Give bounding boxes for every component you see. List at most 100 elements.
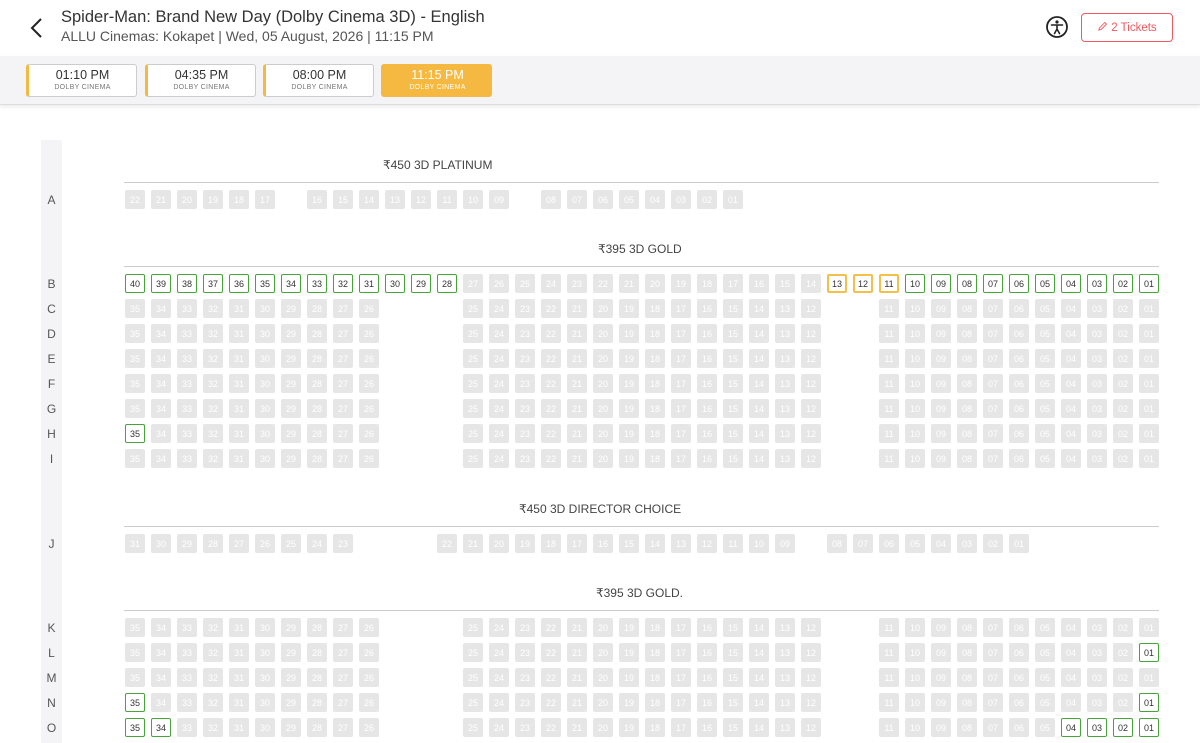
seat-sold: 16 <box>697 449 717 468</box>
seat-sold: 11 <box>723 534 743 553</box>
seat-sold: 27 <box>333 349 353 368</box>
seat-available[interactable]: 06 <box>1009 274 1029 293</box>
seat-available[interactable]: 02 <box>1113 274 1133 293</box>
seat-sold: 16 <box>749 274 769 293</box>
seat-available[interactable]: 40 <box>125 274 145 293</box>
seat-available[interactable]: 04 <box>1061 274 1081 293</box>
seat-available[interactable]: 07 <box>983 274 1003 293</box>
back-arrow-icon[interactable] <box>26 12 50 44</box>
seat-sold: 17 <box>671 693 691 712</box>
tickets-count-label: 2 Tickets <box>1111 21 1157 34</box>
seat-sold: 28 <box>307 718 327 737</box>
seat-available[interactable]: 30 <box>385 274 405 293</box>
seat-sold: 04 <box>931 534 951 553</box>
seat-sold: 20 <box>593 399 613 418</box>
seat-sold: 32 <box>203 668 223 687</box>
seat-sold: 13 <box>775 299 795 318</box>
seat-sold: 10 <box>905 449 925 468</box>
seat-sold: 19 <box>619 324 639 343</box>
seat-available[interactable]: 36 <box>229 274 249 293</box>
seat-sold: 31 <box>229 299 249 318</box>
seat-available[interactable]: 28 <box>437 274 457 293</box>
seat-sold: 05 <box>1035 349 1055 368</box>
seat-sold: 35 <box>125 399 145 418</box>
seat-available[interactable]: 09 <box>931 274 951 293</box>
showtime-time: 04:35 PM <box>174 68 229 82</box>
seat-available[interactable]: 01 <box>1139 693 1159 712</box>
seat-sold: 20 <box>593 643 613 662</box>
seat-sold: 18 <box>645 349 665 368</box>
seat-sold: 02 <box>1113 618 1133 637</box>
seat-sold: 07 <box>983 618 1003 637</box>
seat-available[interactable]: 01 <box>1139 718 1159 737</box>
seat-available[interactable]: 29 <box>411 274 431 293</box>
seat-sold: 26 <box>359 693 379 712</box>
seat-sold: 26 <box>255 534 275 553</box>
seat-available[interactable]: 03 <box>1087 274 1107 293</box>
seat-sold: 27 <box>333 718 353 737</box>
seat-available[interactable]: 35 <box>125 718 145 737</box>
seat-sold: 29 <box>281 324 301 343</box>
seat-sold: 30 <box>255 718 275 737</box>
seat-available[interactable]: 38 <box>177 274 197 293</box>
seat-sold: 01 <box>1139 324 1159 343</box>
seat-available[interactable]: 35 <box>125 693 145 712</box>
seat-sold: 23 <box>515 324 535 343</box>
seat-sold: 25 <box>463 299 483 318</box>
showtime-option-selected[interactable]: 11:15 PM DOLBY CINEMA <box>381 64 492 97</box>
seat-sold: 21 <box>567 643 587 662</box>
seat-available[interactable]: 05 <box>1035 274 1055 293</box>
seat-sold: 33 <box>177 299 197 318</box>
seat-sold: 25 <box>463 618 483 637</box>
seat-available[interactable]: 02 <box>1113 718 1133 737</box>
seat-sold: 06 <box>1009 349 1029 368</box>
seat-available[interactable]: 03 <box>1087 718 1107 737</box>
seat-sold: 31 <box>229 668 249 687</box>
seat-sold: 07 <box>983 349 1003 368</box>
seat-sold: 27 <box>333 399 353 418</box>
seat-sold: 31 <box>229 693 249 712</box>
seat-sold: 28 <box>307 324 327 343</box>
seat-sold: 33 <box>177 718 197 737</box>
seat-available[interactable]: 34 <box>281 274 301 293</box>
seat-sold: 20 <box>177 190 197 209</box>
seat-sold: 29 <box>281 718 301 737</box>
seat-sold: 08 <box>957 324 977 343</box>
seat-sold: 15 <box>723 424 743 443</box>
seat-sold: 26 <box>359 324 379 343</box>
seat-available[interactable]: 01 <box>1139 274 1159 293</box>
showtime-option[interactable]: 01:10 PM DOLBY CINEMA <box>26 64 137 97</box>
seat-sold: 25 <box>463 693 483 712</box>
seat-sold: 03 <box>1087 693 1107 712</box>
seat-available[interactable]: 34 <box>151 718 171 737</box>
seat-sold: 34 <box>151 693 171 712</box>
seat-sold: 04 <box>1061 668 1081 687</box>
seat-selected[interactable]: 13 <box>827 274 847 293</box>
seat-sold: 09 <box>931 668 951 687</box>
seat-available[interactable]: 31 <box>359 274 379 293</box>
showtime-option[interactable]: 08:00 PM DOLBY CINEMA <box>263 64 374 97</box>
seat-available[interactable]: 01 <box>1139 643 1159 662</box>
seat-sold: 07 <box>983 424 1003 443</box>
seat-available[interactable]: 10 <box>905 274 925 293</box>
tickets-count-button[interactable]: 2 Tickets <box>1081 13 1173 42</box>
accessibility-icon[interactable] <box>1045 15 1069 39</box>
seat-selected[interactable]: 11 <box>879 274 899 293</box>
seat-sold: 06 <box>1009 449 1029 468</box>
seat-sold: 09 <box>931 399 951 418</box>
seat-available[interactable]: 08 <box>957 274 977 293</box>
showtime-option[interactable]: 04:35 PM DOLBY CINEMA <box>145 64 256 97</box>
seat-sold: 14 <box>749 449 769 468</box>
seat-available[interactable]: 39 <box>151 274 171 293</box>
seat-sold: 33 <box>177 424 197 443</box>
seat-available[interactable]: 35 <box>255 274 275 293</box>
seat-available[interactable]: 04 <box>1061 718 1081 737</box>
seat-available[interactable]: 32 <box>333 274 353 293</box>
seat-available[interactable]: 33 <box>307 274 327 293</box>
seat-available[interactable]: 35 <box>125 424 145 443</box>
seat-sold: 12 <box>801 424 821 443</box>
seat-selected[interactable]: 12 <box>853 274 873 293</box>
seat-sold: 20 <box>593 374 613 393</box>
seat-available[interactable]: 37 <box>203 274 223 293</box>
seat-sold: 19 <box>515 534 535 553</box>
